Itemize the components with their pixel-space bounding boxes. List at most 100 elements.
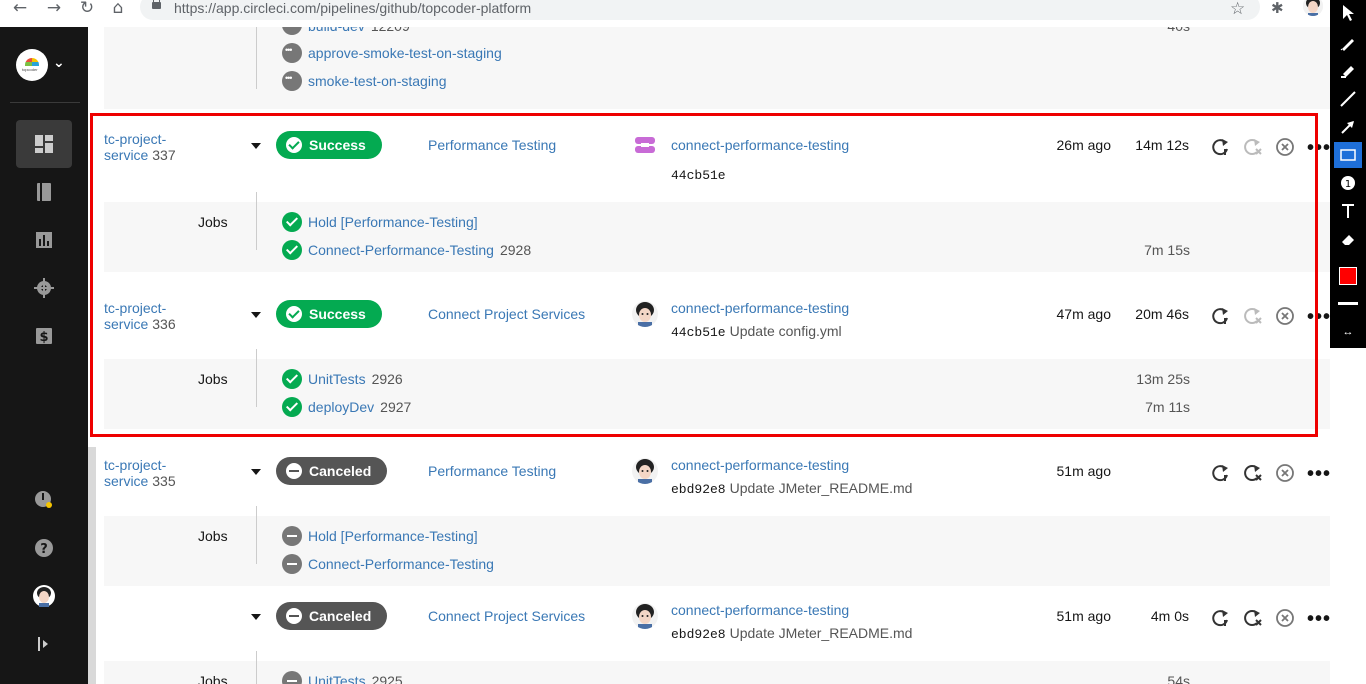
rerun-failed-icon[interactable] [1242,462,1264,484]
pencil-tool[interactable] [1334,30,1362,56]
projects-icon [37,183,51,201]
number-icon: 1 [1341,176,1355,190]
job-link[interactable]: build-dev12209 [308,27,410,34]
trigger-avatar [632,301,658,327]
workflow-link[interactable]: Connect Project Services [428,306,585,322]
expand-caret-icon[interactable] [251,143,261,149]
job-success-icon [282,397,302,417]
rerun-failed-icon[interactable] [1242,607,1264,629]
job-link[interactable]: Connect-Performance-Testing 2928 [308,242,531,258]
pipeline-age: 47m ago [1056,306,1111,322]
sidebar-divider [10,102,80,103]
project-link[interactable]: tc-project-service 336 [104,300,194,332]
job-link[interactable]: approve-smoke-test-on-staging [308,45,502,61]
insights-icon [36,232,52,248]
jobs-tree-line [256,27,257,89]
cancel-circle-icon[interactable] [1274,305,1296,327]
bookmark-star-icon[interactable]: ☆ [1230,0,1245,19]
color-swatch[interactable] [1339,267,1357,285]
cancel-circle-icon[interactable] [1274,607,1296,629]
forward-icon[interactable]: → [42,0,66,18]
sidebar-item-dashboard[interactable] [16,120,72,168]
status-badge[interactable]: Success [276,131,382,159]
jobs-label: Jobs [198,371,228,387]
job-link[interactable]: UnitTests 2926 [308,371,403,387]
rectangle-tool[interactable] [1334,142,1362,168]
cancel-circle-icon[interactable] [1274,462,1296,484]
job-canceled-icon [282,554,302,574]
minus-circle-icon [286,463,302,479]
marker-icon [1341,66,1354,78]
svg-text:$: $ [39,330,48,345]
project-link[interactable]: tc-project-service 335 [104,457,194,489]
sidebar-item-status[interactable] [16,476,72,524]
workflow-link[interactable]: Connect Project Services [428,608,585,624]
rerun-failed-icon[interactable] [1242,136,1264,158]
status-badge[interactable]: Canceled [276,457,388,485]
expand-toolbar-icon[interactable]: ↔ [1334,326,1362,342]
expand-caret-icon[interactable] [251,469,261,475]
sidebar-item-collapse[interactable] [16,620,72,668]
branch-link[interactable]: connect-performance-testing [671,300,849,316]
number-tool[interactable]: 1 [1334,170,1362,196]
browser-profile-avatar[interactable] [1303,0,1323,16]
more-options-icon[interactable]: ••• [1307,138,1330,158]
commit-info[interactable]: 44cb51e [671,166,730,183]
pipeline-age: 26m ago [1056,137,1111,153]
sidebar-item-plan[interactable]: $ [16,312,72,360]
expand-caret-icon[interactable] [251,312,261,318]
back-icon[interactable]: ← [8,0,32,18]
sidebar-item-help[interactable]: ? [16,524,72,572]
extensions-icon[interactable]: ✱ [1271,0,1284,17]
rerun-icon[interactable] [1210,305,1232,327]
marker-tool[interactable] [1334,58,1362,84]
url-text[interactable]: https://app.circleci.com/pipelines/githu… [174,0,531,16]
job-link[interactable]: smoke-test-on-staging [308,73,447,89]
stroke-width-control[interactable] [1338,302,1358,305]
job-link[interactable]: UnitTests 2925 [308,673,403,684]
sidebar-item-insights[interactable] [16,216,72,264]
sidebar-item-user[interactable] [16,572,72,620]
more-options-icon[interactable]: ••• [1307,464,1330,484]
branch-link[interactable]: connect-performance-testing [671,457,849,473]
workflow-link[interactable]: Performance Testing [428,463,556,479]
hold-job-icon [282,43,302,63]
job-link[interactable]: Connect-Performance-Testing [308,556,494,572]
arrow-tool[interactable] [1334,114,1362,140]
rerun-icon[interactable] [1210,136,1232,158]
status-badge[interactable]: Success [276,300,382,328]
reload-icon[interactable]: ↻ [75,0,99,18]
commit-info[interactable]: ebd92e8 Update JMeter_README.md [671,625,912,642]
chevron-down-icon[interactable]: ⌄ [53,55,65,71]
jobs-panel: Jobs Hold [Performance-Testing] Connect-… [104,506,1330,586]
job-link[interactable]: Hold [Performance-Testing] [308,214,484,230]
job-link[interactable]: Hold [Performance-Testing] [308,528,478,544]
cancel-circle-icon[interactable] [1274,136,1296,158]
hold-job-icon [282,71,302,91]
sidebar-item-projects[interactable] [16,168,72,216]
annotation-toolbar: 1 ↔ [1330,0,1366,348]
more-options-icon[interactable]: ••• [1307,609,1330,629]
eraser-tool[interactable] [1334,226,1362,252]
more-options-icon[interactable]: ••• [1307,307,1330,327]
workflow-link[interactable]: Performance Testing [428,137,556,153]
cursor-tool[interactable] [1334,0,1362,26]
rerun-failed-icon[interactable] [1242,305,1264,327]
project-link[interactable]: tc-project-service 337 [104,131,194,163]
collapse-icon [38,637,48,651]
trigger-avatar [632,603,658,629]
rerun-icon[interactable] [1210,462,1232,484]
text-tool[interactable] [1334,198,1362,224]
branch-link[interactable]: connect-performance-testing [671,602,849,618]
commit-info[interactable]: ebd92e8 Update JMeter_README.md [671,480,912,497]
rerun-icon[interactable] [1210,607,1232,629]
job-link[interactable]: deployDev 2927 [308,399,411,415]
status-badge[interactable]: Canceled [276,602,388,630]
org-logo[interactable] [16,49,48,81]
home-icon[interactable]: ⌂ [106,0,130,18]
line-tool[interactable] [1334,86,1362,112]
expand-caret-icon[interactable] [251,614,261,620]
branch-link[interactable]: connect-performance-testing [671,137,849,153]
sidebar-item-settings[interactable] [16,264,72,312]
commit-info[interactable]: 44cb51e Update config.yml [671,323,842,340]
